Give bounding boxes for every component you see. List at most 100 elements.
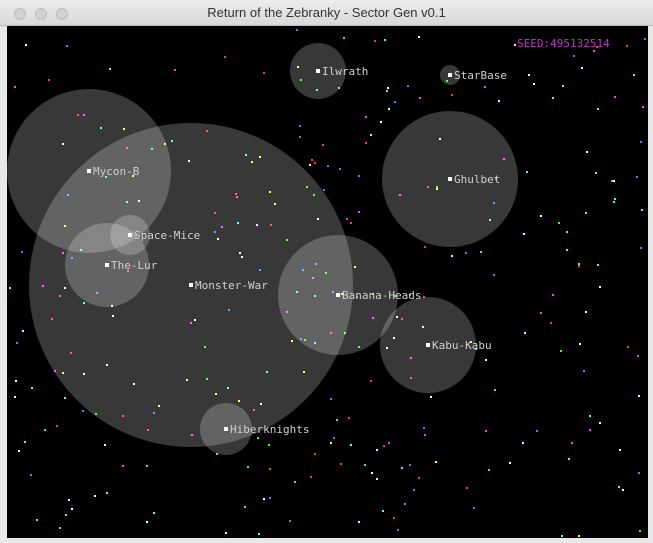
- system-marker[interactable]: [336, 293, 340, 297]
- background-star: [633, 74, 635, 76]
- system-ghulbet[interactable]: Ghulbet: [448, 173, 500, 186]
- background-star: [466, 487, 468, 489]
- background-star: [350, 222, 352, 224]
- system-label: The-Lur: [111, 259, 158, 272]
- background-star: [268, 444, 270, 446]
- background-star: [358, 521, 360, 523]
- background-star: [370, 380, 372, 382]
- background-star: [330, 398, 332, 400]
- background-star: [299, 125, 301, 127]
- system-marker[interactable]: [316, 69, 320, 73]
- background-star: [397, 529, 399, 531]
- system-hiberknights[interactable]: Hiberknights: [224, 423, 309, 436]
- system-marker[interactable]: [128, 233, 132, 237]
- background-star: [350, 444, 352, 446]
- background-star: [585, 311, 587, 313]
- background-star: [597, 264, 599, 266]
- background-star: [484, 86, 486, 88]
- background-star: [599, 286, 601, 288]
- background-star: [59, 527, 61, 529]
- system-label: Monster-War: [195, 279, 268, 292]
- background-star: [30, 474, 32, 476]
- background-star: [522, 442, 524, 444]
- system-marker[interactable]: [224, 427, 228, 431]
- seed-readout: SEED:495132514: [517, 37, 610, 50]
- background-star: [578, 535, 580, 537]
- system-label: Ghulbet: [454, 173, 500, 186]
- background-star: [493, 274, 495, 276]
- background-star: [146, 521, 148, 523]
- background-star: [314, 453, 316, 455]
- background-star: [638, 472, 640, 474]
- system-mycon-b[interactable]: Mycon-B: [87, 165, 140, 178]
- background-star: [430, 396, 432, 398]
- background-star: [626, 45, 628, 47]
- background-star: [15, 380, 17, 382]
- background-star: [370, 134, 372, 136]
- background-star: [244, 506, 246, 508]
- background-star: [44, 429, 46, 431]
- background-star: [451, 255, 453, 257]
- background-star: [558, 222, 560, 224]
- background-star: [424, 246, 426, 248]
- background-star: [122, 465, 124, 467]
- background-star: [540, 215, 542, 217]
- background-star: [299, 136, 301, 138]
- background-star: [22, 330, 24, 332]
- system-the-lur[interactable]: The-Lur: [105, 259, 158, 272]
- system-marker[interactable]: [189, 283, 193, 287]
- background-star: [451, 94, 453, 96]
- background-star: [394, 101, 396, 103]
- system-marker[interactable]: [448, 73, 452, 77]
- background-star: [568, 458, 570, 460]
- system-label: Space-Mice: [134, 229, 200, 242]
- system-label: Banana-Heads: [342, 289, 421, 302]
- background-star: [407, 85, 409, 87]
- background-star: [247, 466, 249, 468]
- background-star: [644, 38, 646, 40]
- background-star: [386, 90, 388, 92]
- background-star: [48, 79, 50, 81]
- background-star: [358, 211, 360, 213]
- background-star: [627, 346, 629, 348]
- background-star: [613, 201, 615, 203]
- background-star: [24, 441, 26, 443]
- background-star: [404, 503, 406, 505]
- background-star: [639, 530, 641, 532]
- background-star: [82, 410, 84, 412]
- background-star: [488, 469, 490, 471]
- background-star: [636, 176, 638, 178]
- system-monster-war[interactable]: Monster-War: [189, 279, 268, 292]
- system-marker[interactable]: [448, 177, 452, 181]
- background-star: [323, 189, 325, 191]
- system-starbase[interactable]: StarBase: [448, 69, 507, 82]
- background-star: [311, 159, 313, 161]
- window-title: Return of the Zebranky - Sector Gen v0.1: [207, 5, 446, 20]
- system-marker[interactable]: [87, 169, 91, 173]
- sector-map-svg: Ilwrath StarBase Mycon-B Ghulbet Space-Mice T…: [7, 29, 646, 537]
- sector-map[interactable]: Ilwrath StarBase Mycon-B Ghulbet Space-Mice T…: [7, 26, 648, 538]
- background-star: [16, 342, 18, 344]
- system-kabu-kabu[interactable]: Kabu-Kabu: [426, 339, 492, 352]
- background-star: [561, 535, 563, 537]
- system-space-mice[interactable]: Space-Mice: [128, 229, 200, 242]
- background-star: [494, 389, 496, 391]
- system-label: Mycon-B: [93, 165, 140, 178]
- background-star: [638, 395, 640, 397]
- title-bar[interactable]: Return of the Zebranky - Sector Gen v0.1: [0, 0, 653, 26]
- background-star: [480, 251, 482, 253]
- background-star: [224, 56, 226, 58]
- background-star: [365, 142, 367, 144]
- background-star: [314, 162, 316, 164]
- system-marker[interactable]: [105, 263, 109, 267]
- system-marker[interactable]: [426, 343, 430, 347]
- background-star: [528, 74, 530, 76]
- system-banana-heads[interactable]: Banana-Heads: [336, 289, 421, 302]
- background-star: [560, 350, 562, 352]
- background-star: [642, 106, 644, 108]
- system-ilwrath[interactable]: Ilwrath: [316, 65, 368, 78]
- background-star: [419, 97, 421, 99]
- background-star: [327, 165, 329, 167]
- background-star: [376, 449, 378, 451]
- background-star: [374, 40, 376, 42]
